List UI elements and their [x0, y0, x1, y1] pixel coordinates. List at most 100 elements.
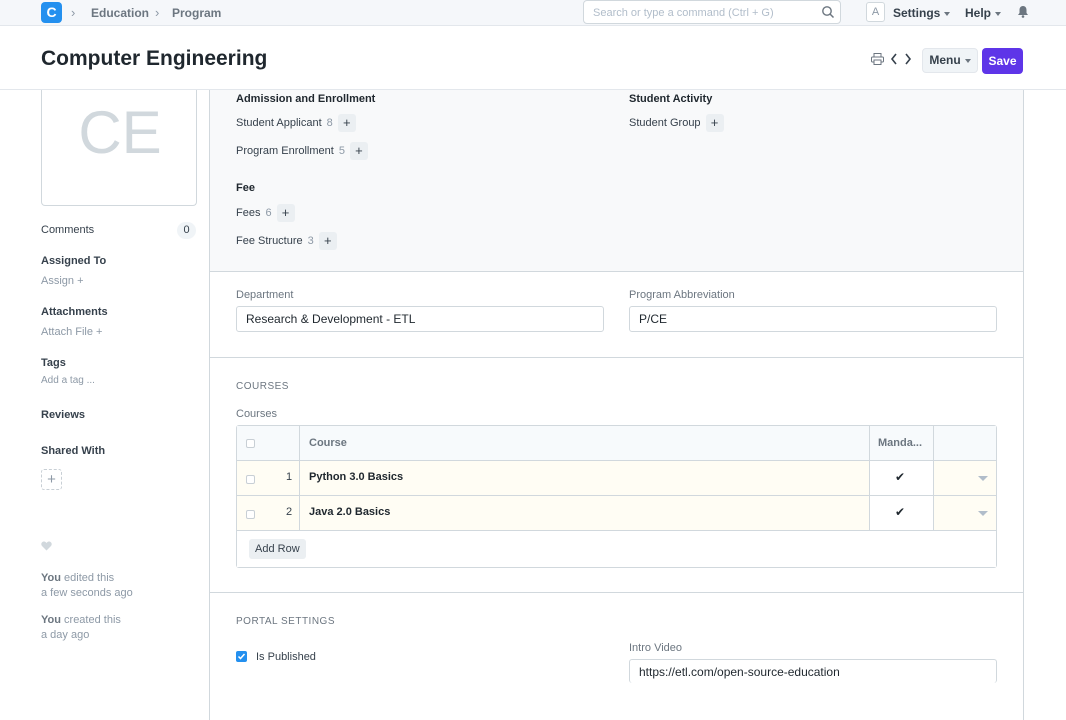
link-count: 6 — [265, 206, 272, 219]
assign-label: Assign — [41, 275, 75, 287]
department-label: Department — [236, 289, 294, 301]
comments-count-badge: 0 — [177, 222, 196, 239]
form-main: Admission and Enrollment Student Applica… — [209, 90, 1024, 720]
chevron-left-icon[interactable] — [890, 53, 898, 68]
link-label: Student Group — [629, 116, 701, 129]
breadcrumb-education[interactable]: Education — [91, 6, 149, 20]
group-title-student-activity: Student Activity — [629, 93, 713, 105]
settings-dropdown[interactable]: Settings — [893, 6, 951, 20]
add-fees-button[interactable]: + — [276, 204, 295, 222]
link-fee-structure[interactable]: Fee Structure 3 + — [236, 232, 337, 250]
app-logo[interactable]: C — [41, 2, 62, 23]
check-icon: ✔ — [895, 505, 906, 519]
add-row-button[interactable]: Add Row — [249, 539, 306, 559]
row-index: 1 — [286, 471, 293, 483]
timeline-time: a day ago — [41, 629, 90, 641]
link-label: Student Applicant — [236, 116, 322, 129]
plus-icon: + — [47, 471, 56, 488]
select-all-checkbox[interactable] — [246, 439, 255, 448]
link-label: Fees — [236, 206, 261, 219]
page-header: Computer Engineering Menu Save — [0, 26, 1066, 90]
courses-table-label: Courses — [236, 408, 277, 420]
assigned-to-label: Assigned To — [41, 255, 107, 267]
chevron-down-icon — [995, 11, 1002, 16]
timeline-entry: You created this a day ago — [41, 613, 121, 643]
add-student-applicant-button[interactable]: + — [337, 114, 356, 132]
attach-label: Attach File — [41, 326, 93, 338]
column-header-mandatory: Manda... — [878, 437, 923, 449]
row-menu-chevron-icon[interactable] — [978, 476, 988, 481]
add-program-enrollment-button[interactable]: + — [349, 142, 368, 160]
help-label: Help — [965, 6, 992, 20]
breadcrumb-program[interactable]: Program — [172, 6, 221, 20]
program-abbreviation-field[interactable]: P/CE — [629, 306, 997, 332]
row-checkbox[interactable] — [246, 475, 255, 484]
bell-icon[interactable] — [1017, 5, 1029, 21]
chevron-right-icon[interactable] — [904, 53, 912, 68]
assign-link[interactable]: Assign + — [41, 275, 84, 287]
breadcrumb-separator-icon: › — [155, 5, 160, 20]
course-cell[interactable]: Python 3.0 Basics — [300, 461, 870, 495]
heart-icon[interactable] — [41, 540, 52, 554]
search-icon[interactable] — [821, 5, 835, 22]
link-student-group[interactable]: Student Group + — [629, 114, 724, 132]
row-menu-chevron-icon[interactable] — [978, 511, 988, 516]
print-icon[interactable] — [871, 53, 884, 68]
add-fee-structure-button[interactable]: + — [318, 232, 337, 250]
row-select-cell: 2 — [237, 496, 300, 530]
timeline-user: You — [41, 572, 61, 584]
chevron-down-icon — [964, 58, 971, 63]
mandatory-cell[interactable]: ✔ — [870, 461, 934, 495]
header-mandatory-cell: Manda... — [870, 426, 934, 460]
courses-section-title[interactable]: COURSES — [236, 381, 289, 392]
section-divider — [210, 592, 1023, 593]
timeline-action: edited this — [64, 572, 115, 584]
is-published-checkbox[interactable] — [236, 651, 247, 662]
plus-icon: + — [96, 326, 103, 338]
link-program-enrollment[interactable]: Program Enrollment 5 + — [236, 142, 368, 160]
course-cell[interactable]: Java 2.0 Basics — [300, 496, 870, 530]
timeline-time: a few seconds ago — [41, 587, 133, 599]
link-fees[interactable]: Fees 6 + — [236, 204, 295, 222]
comments-label[interactable]: Comments — [41, 224, 94, 236]
top-navbar: C › Education › Program Search or type a… — [0, 0, 1066, 26]
shared-with-label: Shared With — [41, 445, 106, 457]
program-image[interactable]: CE — [41, 90, 197, 206]
chevron-down-icon — [944, 11, 951, 16]
link-student-applicant[interactable]: Student Applicant 8 + — [236, 114, 356, 132]
menu-button[interactable]: Menu — [922, 48, 978, 73]
help-dropdown[interactable]: Help — [965, 6, 1002, 20]
table-header-row: Course Manda... — [237, 426, 996, 461]
add-student-group-button[interactable]: + — [705, 114, 724, 132]
attach-file-link[interactable]: Attach File + — [41, 326, 102, 338]
department-field[interactable]: Research & Development - ETL — [236, 306, 604, 332]
is-published-label: Is Published — [256, 651, 316, 663]
user-avatar[interactable]: A — [866, 2, 885, 22]
settings-label: Settings — [893, 6, 941, 20]
plus-icon: + — [77, 275, 84, 287]
timeline-user: You — [41, 614, 61, 626]
section-divider — [210, 357, 1023, 358]
link-label: Program Enrollment — [236, 144, 334, 157]
row-checkbox[interactable] — [246, 510, 255, 519]
connections-dashboard: Admission and Enrollment Student Applica… — [210, 90, 1023, 272]
image-initials: CE — [78, 99, 162, 166]
table-footer: Add Row — [237, 531, 996, 567]
search-placeholder: Search or type a command (Ctrl + G) — [593, 7, 774, 19]
attachments-label: Attachments — [41, 306, 108, 318]
courses-table: Course Manda... 1 Python 3.0 Basics ✔ 2 — [236, 425, 997, 568]
table-row[interactable]: 2 Java 2.0 Basics ✔ — [237, 496, 996, 531]
search-input[interactable]: Search or type a command (Ctrl + G) — [583, 0, 841, 24]
link-label: Fee Structure — [236, 234, 303, 247]
table-row[interactable]: 1 Python 3.0 Basics ✔ — [237, 461, 996, 496]
save-button[interactable]: Save — [982, 48, 1023, 74]
intro-video-label: Intro Video — [629, 642, 683, 654]
mandatory-cell[interactable]: ✔ — [870, 496, 934, 530]
portal-settings-section-title[interactable]: PORTAL SETTINGS — [236, 616, 335, 627]
add-tag-input[interactable]: Add a tag ... — [41, 375, 95, 386]
timeline-entry: You edited this a few seconds ago — [41, 571, 133, 601]
add-share-button[interactable]: + — [41, 469, 62, 490]
program-abbreviation-label: Program Abbreviation — [629, 289, 735, 301]
header-course-cell: Course — [300, 426, 870, 460]
intro-video-field[interactable]: https://etl.com/open-source-education — [629, 659, 997, 683]
